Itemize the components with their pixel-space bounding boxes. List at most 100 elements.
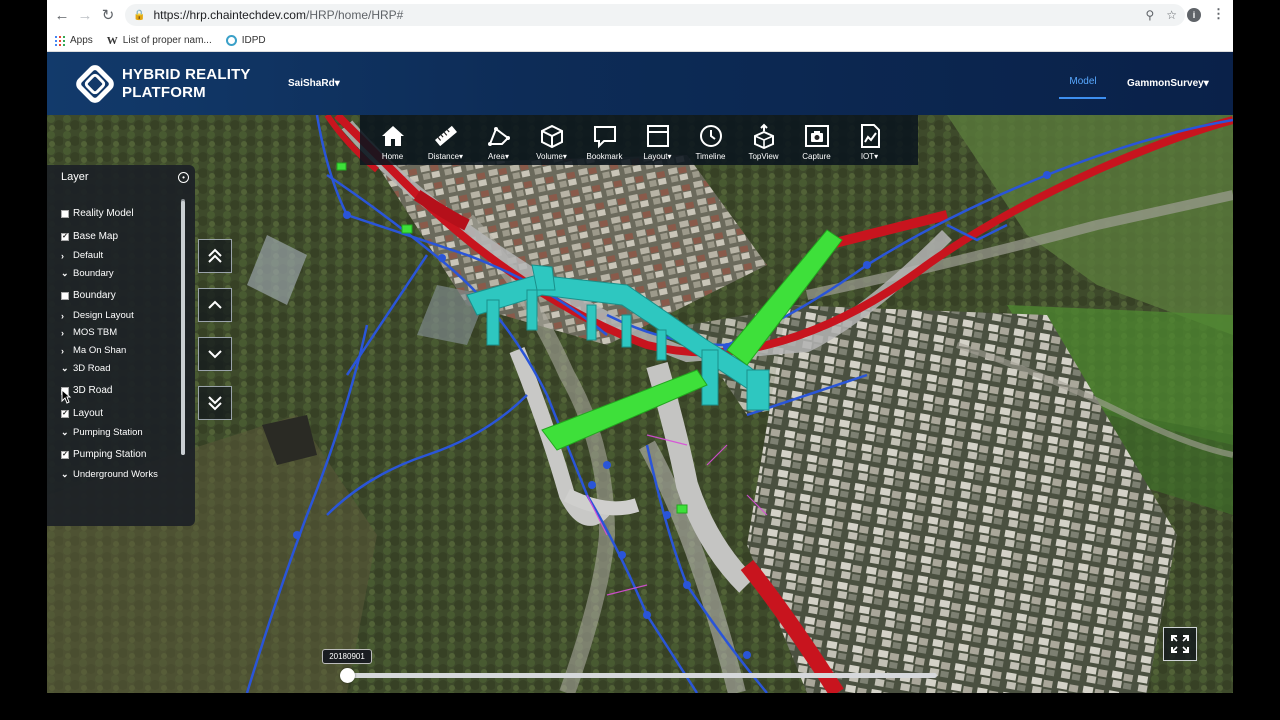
toolbar-label: Layout▾: [643, 152, 672, 161]
layer-group-default[interactable]: › Default: [61, 250, 103, 261]
layer-label: Boundary: [73, 290, 116, 301]
checkbox-unchecked[interactable]: [61, 291, 69, 300]
layer-item-boundary[interactable]: Boundary: [61, 290, 116, 301]
ruler-icon: [434, 125, 457, 147]
layer-group-3d-road[interactable]: ⌄ 3D Road: [61, 363, 111, 374]
layer-group-label: Pumping Station: [73, 427, 143, 438]
menu-kebab-icon[interactable]: ⋮: [1212, 6, 1225, 22]
layer-item-reality-model[interactable]: Reality Model: [61, 208, 134, 219]
camera-down-fast-button[interactable]: [198, 386, 232, 420]
toolbar-iot-button[interactable]: IOT▾: [843, 115, 896, 165]
toolbar-timeline-button[interactable]: Timeline: [684, 115, 737, 165]
active-tab-indicator: [1059, 97, 1106, 99]
chevron-down-icon: [208, 350, 222, 359]
expand-icon: [1171, 635, 1189, 653]
toolbar-home-button[interactable]: Home: [366, 115, 419, 165]
profile-avatar[interactable]: i: [1187, 8, 1201, 22]
layer-panel-title: Layer: [61, 171, 89, 183]
chevron-down-icon: ⌄: [61, 469, 69, 479]
bookmark-idpd[interactable]: IDPD: [225, 35, 266, 46]
chevron-down-icon: ⌄: [61, 427, 69, 437]
forward-icon[interactable]: →: [74, 4, 96, 26]
toolbar-capture-button[interactable]: Capture: [790, 115, 843, 165]
bookmark-label: Apps: [70, 35, 93, 46]
toolbar-layout-button[interactable]: Layout▾: [631, 115, 684, 165]
timeline-date-label: 20180901: [322, 649, 372, 664]
toolbar-distance-button[interactable]: Distance▾: [419, 115, 472, 165]
chevron-right-icon: ›: [61, 327, 64, 338]
layer-item-base-map[interactable]: ✓ Base Map: [61, 231, 118, 242]
layer-item-pumping-station[interactable]: ✓ Pumping Station: [61, 449, 146, 460]
layer-group-mos-tbm[interactable]: › MOS TBM: [61, 327, 117, 338]
lock-icon: 🔒: [133, 9, 146, 21]
fullscreen-button[interactable]: [1163, 627, 1197, 661]
chevron-down-icon: ⌄: [61, 363, 69, 373]
layer-label: 3D Road: [73, 385, 113, 396]
toolbar-label: Bookmark: [586, 152, 623, 161]
cube-icon: [540, 124, 563, 149]
user-label: GammonSurvey: [1127, 78, 1204, 89]
toolbar-topview-button[interactable]: TopView: [737, 115, 790, 165]
bookmark-icon: [593, 126, 616, 149]
double-chevron-up-icon: [208, 248, 222, 263]
layer-group-ma-on-shan[interactable]: › Ma On Shan: [61, 345, 126, 356]
project-dropdown[interactable]: SaiShaRd▾: [288, 78, 340, 89]
3d-viewport[interactable]: Home Distance▾ Area▾ Volume▾ Bookmark La…: [47, 115, 1233, 693]
layer-group-pumping-station[interactable]: ⌄ Pumping Station: [61, 427, 143, 438]
project-label: SaiShaRd: [288, 78, 335, 89]
checkbox-checked[interactable]: ✓: [61, 232, 69, 241]
timeline-slider-track[interactable]: [347, 673, 937, 678]
checkbox-unchecked[interactable]: [61, 209, 69, 218]
chevron-down-icon: ⌄: [61, 268, 69, 278]
camera-up-fast-button[interactable]: [198, 239, 232, 273]
browser-toolbar: ← → ↻ 🔒 https://hrp.chaintechdev.com/HRP…: [47, 0, 1233, 30]
layer-group-label: Ma On Shan: [73, 345, 127, 356]
toolbar-label: Volume▾: [536, 152, 567, 161]
reload-icon[interactable]: ↻: [97, 4, 119, 26]
timeline-slider-handle[interactable]: [340, 668, 355, 683]
key-icon[interactable]: ⚲: [1145, 8, 1154, 22]
layer-group-label: 3D Road: [73, 363, 111, 374]
main-toolbar: Home Distance▾ Area▾ Volume▾ Bookmark La…: [360, 115, 918, 165]
layer-group-design-layout[interactable]: › Design Layout: [61, 310, 134, 321]
layer-panel: Layer • Reality Model ✓ Base Map › Default…: [47, 165, 195, 526]
collapse-panel-icon[interactable]: •: [178, 172, 189, 183]
toolbar-area-button[interactable]: Area▾: [472, 115, 525, 165]
browser-window: ← → ↻ 🔒 https://hrp.chaintechdev.com/HRP…: [47, 0, 1233, 693]
layer-group-boundary[interactable]: ⌄ Boundary: [61, 268, 114, 279]
address-bar[interactable]: 🔒 https://hrp.chaintechdev.com/HRP/home/…: [125, 4, 1185, 26]
layer-item-layout[interactable]: ✓ Layout: [61, 408, 103, 419]
apps-grid-icon: [55, 35, 65, 46]
layer-label: Pumping Station: [73, 449, 147, 460]
star-icon[interactable]: ☆: [1166, 8, 1177, 22]
layer-group-label: Design Layout: [73, 310, 134, 321]
topview-icon: [753, 123, 774, 149]
brand-title: HYBRID REALITY PLATFORM: [122, 66, 251, 102]
camera-icon: [804, 125, 829, 147]
checkbox-checked[interactable]: ✓: [61, 409, 69, 418]
camera-down-button[interactable]: [198, 337, 232, 371]
toolbar-label: Distance▾: [427, 152, 464, 161]
toolbar-label: Timeline: [695, 152, 726, 161]
layer-group-label: Boundary: [73, 268, 114, 279]
layer-group-underground-works[interactable]: ⌄ Underground Works: [61, 469, 158, 480]
user-dropdown[interactable]: GammonSurvey▾: [1127, 78, 1209, 89]
toolbar-bookmark-button[interactable]: Bookmark: [578, 115, 631, 165]
iot-chart-icon: [860, 124, 880, 148]
toolbar-label: TopView: [748, 152, 779, 161]
layer-scrollbar-thumb[interactable]: [181, 201, 185, 455]
toolbar-label: Capture: [802, 152, 831, 161]
bookmark-label: IDPD: [241, 35, 266, 46]
bookmark-wikipedia[interactable]: W List of proper nam...: [107, 35, 212, 47]
toolbar-volume-button[interactable]: Volume▾: [525, 115, 578, 165]
tab-model[interactable]: Model: [1060, 76, 1106, 87]
brand-line-1: HYBRID REALITY: [122, 66, 251, 83]
toolbar-label: IOT▾: [860, 152, 879, 161]
bookmark-apps[interactable]: Apps: [55, 35, 93, 46]
checkbox-checked[interactable]: ✓: [61, 450, 69, 459]
brand-line-2: PLATFORM: [122, 84, 206, 101]
back-icon[interactable]: ←: [51, 4, 73, 26]
mouse-cursor-icon: [61, 389, 71, 404]
layer-label: Layout: [73, 408, 104, 419]
camera-up-button[interactable]: [198, 288, 232, 322]
